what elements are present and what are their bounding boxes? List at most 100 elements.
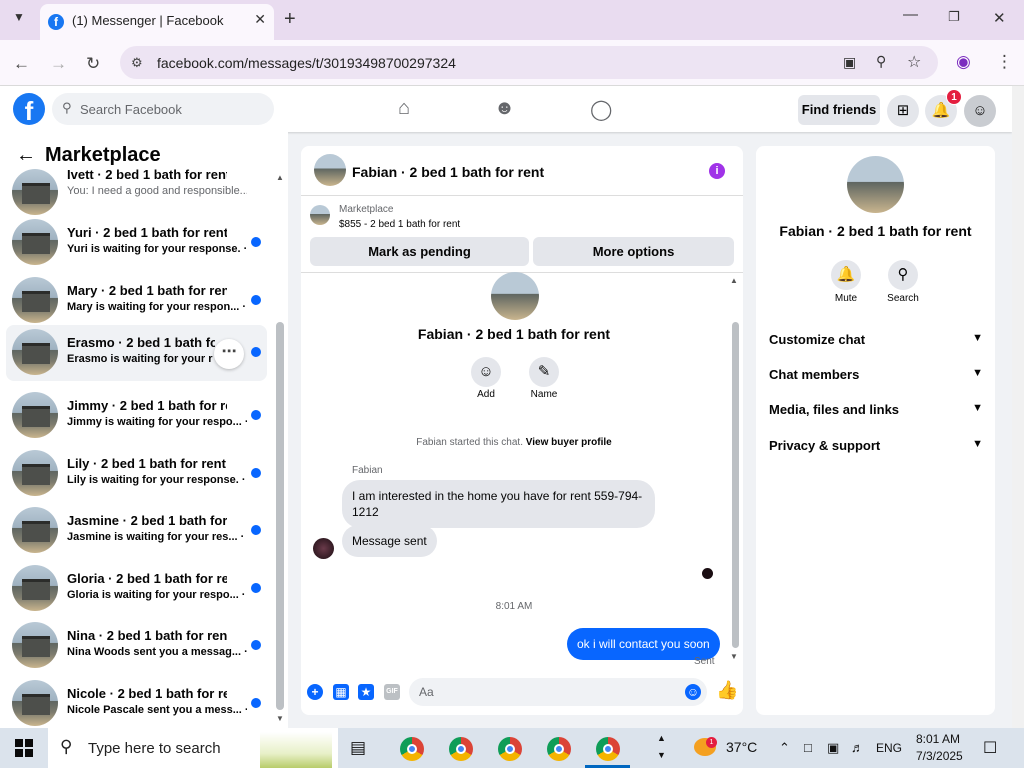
info-icon[interactable]: i bbox=[709, 163, 725, 179]
pencil-icon[interactable]: ✎ bbox=[529, 357, 559, 387]
clock-date[interactable]: 7/3/2025 bbox=[916, 749, 963, 763]
language-indicator[interactable]: ENG bbox=[876, 741, 902, 755]
media-files-links-section[interactable]: Media, files and links ▼ bbox=[769, 402, 983, 417]
sticker-icon[interactable]: ★ bbox=[358, 684, 374, 700]
conversation-preview: Nina Woods sent you a messag... · 6h bbox=[67, 646, 247, 658]
plus-icon[interactable]: + bbox=[307, 684, 323, 700]
home-icon[interactable]: ⌂ bbox=[398, 97, 410, 120]
left-scrollbar[interactable] bbox=[276, 322, 284, 710]
chat-title[interactable]: Fabian · 2 bed 1 bath for rent bbox=[352, 164, 544, 180]
page-scrollbar[interactable] bbox=[1012, 86, 1024, 728]
incoming-message[interactable]: Message sent bbox=[342, 525, 437, 557]
chevron-down-icon: ▼ bbox=[972, 332, 983, 344]
listing-thumbnail bbox=[12, 450, 58, 496]
taskbar-search-box[interactable]: ⚲ Type here to search bbox=[48, 728, 338, 768]
more-options-icon[interactable]: ⋯ bbox=[214, 339, 244, 369]
add-person-icon[interactable]: ☺ bbox=[471, 357, 501, 387]
clock-time[interactable]: 8:01 AM bbox=[916, 732, 960, 746]
chrome-taskbar-icon[interactable] bbox=[400, 737, 424, 761]
incoming-message[interactable]: I am interested in the home you have for… bbox=[342, 480, 655, 528]
conversation-item[interactable]: Lily · 2 bed 1 bath for rent Lily is wai… bbox=[6, 446, 267, 502]
back-icon[interactable]: ← bbox=[13, 54, 30, 74]
address-bar[interactable]: ⚙ facebook.com/messages/t/30193498700297… bbox=[120, 46, 938, 79]
sender-avatar[interactable] bbox=[313, 538, 334, 559]
taskbar-scroll-icon[interactable]: ▲ ▼ bbox=[657, 730, 666, 764]
new-tab-icon[interactable]: + bbox=[284, 8, 296, 31]
conversation-preview: Yuri is waiting for your response. · 1h bbox=[67, 243, 247, 255]
image-icon[interactable]: ▦ bbox=[333, 684, 349, 700]
search-input[interactable]: ⚲ Search Facebook bbox=[52, 93, 274, 125]
site-info-icon[interactable]: ⚙ bbox=[131, 55, 143, 71]
scroll-down-arrow-icon[interactable]: ▼ bbox=[730, 652, 738, 661]
conversation-item[interactable]: Nina · 2 bed 1 bath for rent Nina Woods … bbox=[6, 618, 267, 674]
meet-now-icon[interactable]: □ bbox=[804, 740, 812, 755]
volume-icon[interactable]: ♬ bbox=[851, 740, 864, 755]
chat-members-section[interactable]: Chat members ▼ bbox=[769, 367, 983, 382]
chevron-down-icon: ▼ bbox=[972, 438, 983, 450]
conversation-item-selected[interactable]: Erasmo · 2 bed 1 bath for rent Erasmo is… bbox=[6, 325, 267, 381]
profile-icon[interactable]: ◉ bbox=[956, 52, 971, 72]
profile-avatar[interactable] bbox=[491, 272, 539, 320]
chat-avatar[interactable] bbox=[314, 154, 346, 186]
listing-thumbnail[interactable] bbox=[310, 205, 330, 225]
customize-chat-section[interactable]: Customize chat ▼ bbox=[769, 332, 983, 347]
conversation-item[interactable]: Yuri · 2 bed 1 bath for rent Yuri is wai… bbox=[6, 215, 267, 271]
conversation-item[interactable]: Jimmy · 2 bed 1 bath for rent Jimmy is w… bbox=[6, 388, 267, 444]
privacy-support-section[interactable]: Privacy & support ▼ bbox=[769, 438, 983, 453]
forward-icon[interactable]: → bbox=[50, 54, 67, 74]
mute-bell-icon[interactable]: 🔔 bbox=[831, 260, 861, 290]
task-view-icon[interactable]: ▤ bbox=[350, 738, 366, 758]
tab-list-chevron-icon[interactable]: ▼ bbox=[13, 10, 25, 24]
chat-profile-avatar[interactable] bbox=[847, 156, 904, 213]
chrome-taskbar-icon[interactable] bbox=[498, 737, 522, 761]
thumbs-up-icon[interactable]: 👍 bbox=[716, 680, 738, 701]
browser-menu-icon[interactable]: ⋮ bbox=[996, 52, 1013, 72]
chat-scrollbar[interactable] bbox=[732, 322, 739, 648]
reload-icon[interactable]: ↻ bbox=[86, 54, 100, 74]
menu-grid-icon[interactable]: ⊞ bbox=[887, 95, 919, 127]
gif-icon[interactable]: GIF bbox=[384, 684, 400, 700]
emoji-icon[interactable]: ☺ bbox=[685, 684, 701, 700]
zoom-icon[interactable]: ⚲ bbox=[876, 53, 886, 70]
view-buyer-profile-link[interactable]: View buyer profile bbox=[526, 437, 612, 448]
message-input[interactable]: Aa ☺ bbox=[409, 678, 707, 706]
unread-dot bbox=[251, 698, 261, 708]
search-icon[interactable]: ⚲ bbox=[888, 260, 918, 290]
friends-icon[interactable]: ☻ bbox=[494, 97, 515, 120]
chrome-taskbar-icon-active[interactable] bbox=[596, 737, 620, 761]
minimize-icon[interactable]: — bbox=[903, 6, 918, 23]
tray-chevron-up-icon[interactable]: ⌃ bbox=[779, 740, 790, 756]
chrome-taskbar-icon[interactable] bbox=[449, 737, 473, 761]
conversation-item[interactable]: Mary · 2 bed 1 bath for rent Mary is wai… bbox=[6, 273, 267, 329]
mark-as-pending-button[interactable]: Mark as pending bbox=[310, 237, 529, 266]
conversation-preview: You: I need a good and responsible... · … bbox=[67, 185, 247, 197]
network-icon[interactable]: ▣ bbox=[827, 740, 839, 756]
find-friends-button[interactable]: Find friends bbox=[798, 95, 880, 125]
account-avatar[interactable]: ☺ bbox=[964, 95, 996, 127]
browser-tab[interactable]: f (1) Messenger | Facebook ✕ bbox=[40, 4, 274, 40]
listing-title[interactable]: $855 - 2 bed 1 bath for rent bbox=[339, 219, 460, 230]
conversation-preview: Jimmy is waiting for your respo... · 1h bbox=[67, 416, 247, 428]
chrome-taskbar-icon[interactable] bbox=[547, 737, 571, 761]
windows-start-icon[interactable] bbox=[15, 739, 33, 757]
started-text: Fabian started this chat. bbox=[416, 437, 523, 448]
facebook-logo[interactable]: f bbox=[13, 93, 45, 126]
window-close-icon[interactable]: ✕ bbox=[993, 9, 1006, 27]
groups-icon[interactable]: ◯ bbox=[590, 97, 612, 122]
conversation-item[interactable]: Gloria · 2 bed 1 bath for rent Gloria is… bbox=[6, 561, 267, 617]
scroll-down-arrow-icon[interactable]: ▼ bbox=[276, 714, 284, 723]
tab-close-icon[interactable]: ✕ bbox=[254, 11, 266, 28]
windows-taskbar: ⚲ Type here to search ▤ ▲ ▼ 1 37°C ⌃ □ ▣ … bbox=[0, 728, 1024, 768]
conversation-item[interactable]: Ivett · 2 bed 1 bath for rent You: I nee… bbox=[6, 165, 267, 221]
conversation-item[interactable]: Jasmine · 2 bed 1 bath for rent Jasmine … bbox=[6, 503, 267, 559]
scroll-up-arrow-icon[interactable]: ▲ bbox=[276, 173, 284, 182]
scroll-up-arrow-icon[interactable]: ▲ bbox=[730, 276, 738, 285]
notification-center-icon[interactable]: ☐ bbox=[983, 738, 997, 758]
back-arrow-icon[interactable]: ← bbox=[16, 144, 36, 167]
more-options-button[interactable]: More options bbox=[533, 237, 734, 266]
maximize-icon[interactable]: ❐ bbox=[948, 9, 960, 25]
install-app-icon[interactable]: ▣ bbox=[843, 54, 856, 71]
weather-temp[interactable]: 37°C bbox=[726, 739, 757, 755]
bookmark-star-icon[interactable]: ☆ bbox=[907, 52, 921, 72]
conversation-item[interactable]: Nicole · 2 bed 1 bath for rent Nicole Pa… bbox=[6, 676, 267, 728]
